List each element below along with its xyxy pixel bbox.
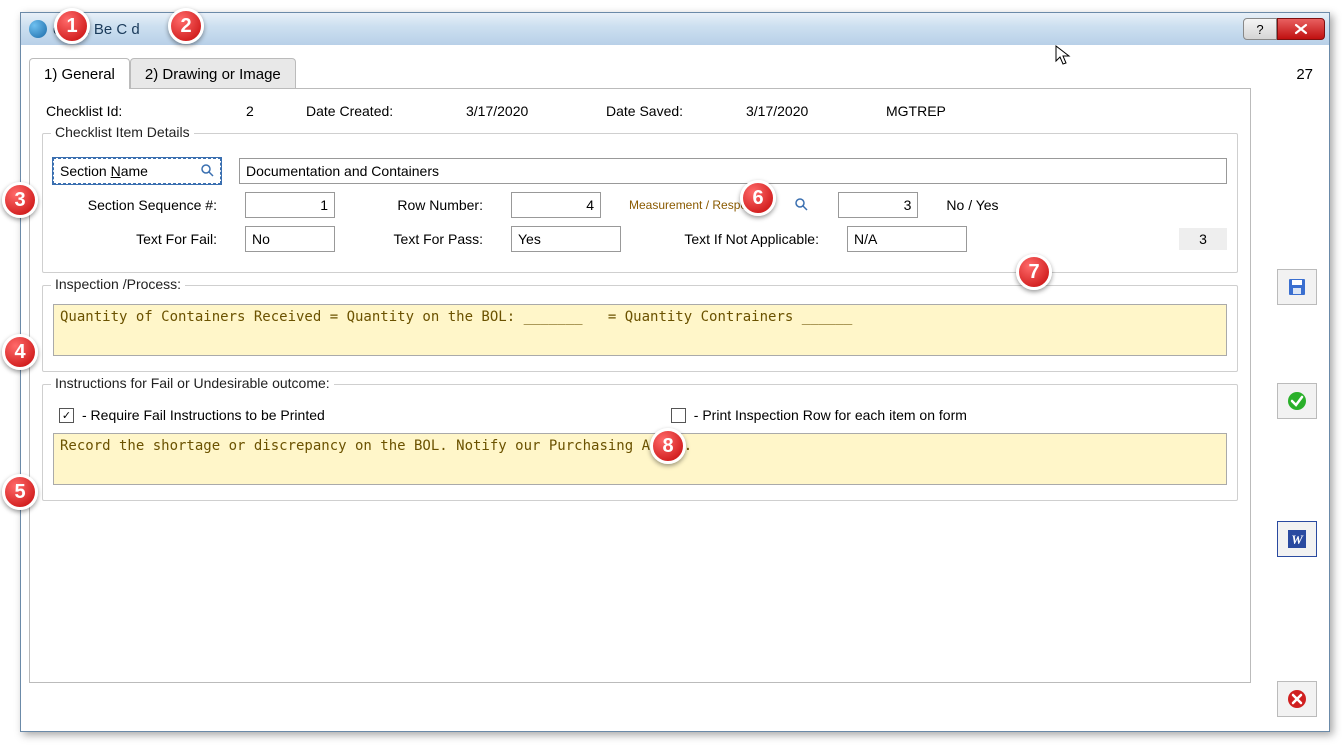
section-name-lookup[interactable]: Section Name — [53, 158, 221, 184]
text-pass-field[interactable] — [511, 226, 621, 252]
annotation-badge-4: 4 — [2, 334, 38, 370]
cancel-button[interactable] — [1277, 681, 1317, 717]
annotation-badge-6: 6 — [740, 180, 776, 216]
section-seq-label: Section Sequence #: — [53, 197, 217, 213]
check-icon — [1286, 390, 1308, 412]
header-row: Checklist Id: 2 Date Created: 3/17/2020 … — [42, 99, 1238, 125]
word-icon: W — [1286, 528, 1308, 550]
readonly-count: 3 — [1179, 228, 1227, 250]
text-na-label: Text If Not Applicable: — [649, 231, 819, 247]
date-saved-value: 3/17/2020 — [746, 103, 846, 119]
mouse-cursor-icon — [1055, 45, 1073, 70]
section-name-label: Section Name — [60, 163, 148, 179]
cancel-icon — [1286, 688, 1308, 710]
group-instructions: Instructions for Fail or Undesirable out… — [42, 384, 1238, 501]
annotation-badge-5: 5 — [2, 474, 38, 510]
ok-button[interactable] — [1277, 383, 1317, 419]
measurement-suffix: No / Yes — [946, 197, 998, 213]
search-icon[interactable] — [794, 197, 810, 213]
word-export-button[interactable]: W — [1277, 521, 1317, 557]
titlebar: d Will Be C d ? — [21, 13, 1329, 45]
text-fail-field[interactable] — [245, 226, 335, 252]
instructions-textarea[interactable] — [53, 433, 1227, 485]
tab-strip: 1) General 2) Drawing or Image 27 — [29, 53, 1321, 89]
tab-general[interactable]: 1) General — [29, 58, 130, 89]
text-fail-label: Text For Fail: — [53, 231, 217, 247]
annotation-badge-2: 2 — [168, 8, 204, 44]
require-print-label: - Require Fail Instructions to be Printe… — [82, 407, 325, 423]
checklist-id-label: Checklist Id: — [46, 103, 206, 119]
tab-drawing[interactable]: 2) Drawing or Image — [130, 58, 296, 89]
date-created-label: Date Created: — [306, 103, 426, 119]
tab-panel-general: Checklist Id: 2 Date Created: 3/17/2020 … — [29, 88, 1251, 683]
print-each-label: - Print Inspection Row for each item on … — [694, 407, 967, 423]
annotation-badge-8: 8 — [650, 428, 686, 464]
save-button[interactable] — [1277, 269, 1317, 305]
svg-text:W: W — [1291, 532, 1304, 547]
print-each-checkbox[interactable] — [671, 408, 686, 423]
content-area: 1) General 2) Drawing or Image 27 Checkl… — [29, 53, 1321, 723]
app-window: d Will Be C d ? 1) General 2) Drawing or… — [20, 12, 1330, 732]
section-seq-field[interactable] — [245, 192, 335, 218]
checklist-id-value: 2 — [246, 103, 266, 119]
group-item-details-title: Checklist Item Details — [51, 124, 194, 140]
measurement-field[interactable] — [838, 192, 918, 218]
date-saved-label: Date Saved: — [606, 103, 706, 119]
user-value: MGTREP — [886, 103, 946, 119]
text-pass-label: Text For Pass: — [363, 231, 483, 247]
text-na-field[interactable] — [847, 226, 967, 252]
date-created-value: 3/17/2020 — [466, 103, 566, 119]
annotation-badge-1: 1 — [54, 8, 90, 44]
close-button[interactable] — [1277, 18, 1325, 40]
require-print-checkbox[interactable]: ✓ — [59, 408, 74, 423]
inspection-textarea[interactable] — [53, 304, 1227, 356]
app-icon — [29, 20, 47, 38]
group-instructions-title: Instructions for Fail or Undesirable out… — [51, 375, 334, 391]
floppy-icon — [1287, 277, 1307, 297]
help-button[interactable]: ? — [1243, 18, 1277, 40]
search-icon[interactable] — [200, 163, 216, 179]
row-number-label: Row Number: — [363, 197, 483, 213]
window-controls: ? — [1243, 18, 1325, 40]
row-number-field[interactable] — [511, 192, 601, 218]
group-inspection-title: Inspection /Process: — [51, 276, 185, 292]
side-button-bar: W — [1271, 53, 1321, 723]
section-name-field[interactable] — [239, 158, 1227, 184]
annotation-badge-3: 3 — [2, 182, 38, 218]
annotation-badge-7: 7 — [1016, 254, 1052, 290]
group-item-details: Checklist Item Details Section Name Sect… — [42, 133, 1238, 273]
group-inspection: Inspection /Process: — [42, 285, 1238, 372]
